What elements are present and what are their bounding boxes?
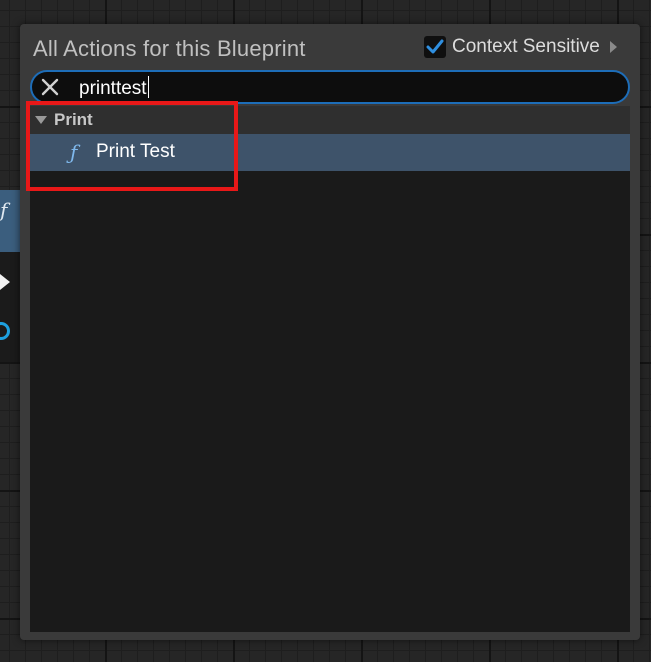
action-menu: All Actions for this Blueprint Context S… (20, 24, 640, 640)
search-field[interactable]: printtest (30, 70, 630, 104)
category-label: Print (54, 110, 93, 129)
exec-pin-icon (0, 274, 10, 290)
action-item-label: Print Test (96, 141, 175, 162)
data-pin-icon (0, 322, 10, 340)
clear-search-icon[interactable] (40, 77, 60, 97)
results-list: Print ƒ Print Test (30, 106, 630, 632)
menu-title: All Actions for this Blueprint (33, 36, 306, 61)
function-icon: ƒ (0, 198, 8, 222)
expand-arrow-icon[interactable] (35, 116, 47, 124)
checkmark-icon (426, 39, 444, 54)
context-sensitive-checkbox[interactable] (424, 36, 446, 58)
chevron-right-icon[interactable] (609, 41, 617, 53)
category-print[interactable]: Print (30, 106, 630, 134)
context-sensitive-label: Context Sensitive (452, 36, 600, 57)
function-icon: ƒ (70, 140, 78, 164)
context-sensitive-toggle[interactable]: Context Sensitive (424, 36, 617, 58)
search-input[interactable]: printtest (79, 76, 149, 100)
action-item-print-test[interactable]: ƒ Print Test (30, 134, 630, 171)
text-cursor (147, 76, 149, 98)
